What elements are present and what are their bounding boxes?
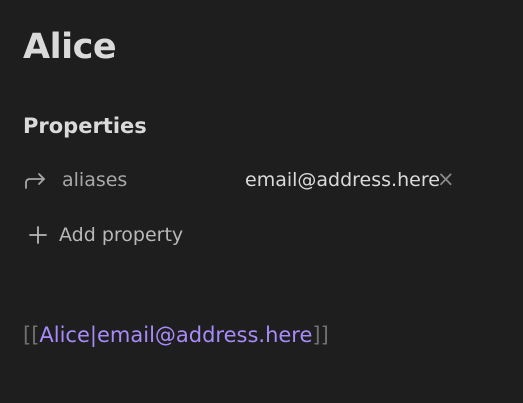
wikilink-target[interactable]: Alice: [39, 323, 90, 347]
wikilink-open-brackets: [[: [23, 323, 40, 347]
wikilink-pipe: |: [89, 323, 97, 347]
wikilink[interactable]: [[Alice|email@address.here]]: [23, 325, 329, 346]
arrow-corner-up-right-icon: [24, 171, 48, 191]
note-title[interactable]: Alice: [23, 30, 117, 65]
properties-heading[interactable]: Properties: [23, 116, 147, 137]
plus-icon: [28, 224, 48, 246]
add-property-label: Add property: [59, 224, 184, 246]
note-view: Alice Properties aliases email@address.h…: [0, 0, 523, 403]
wikilink-close-brackets: ]]: [312, 323, 329, 347]
remove-value-icon[interactable]: ×: [437, 169, 455, 190]
property-value-pill[interactable]: email@address.here: [245, 171, 440, 190]
property-row-aliases[interactable]: aliases email@address.here ×: [24, 168, 494, 196]
wikilink-alias[interactable]: email@address.here: [97, 323, 312, 347]
property-key[interactable]: aliases: [62, 171, 127, 190]
